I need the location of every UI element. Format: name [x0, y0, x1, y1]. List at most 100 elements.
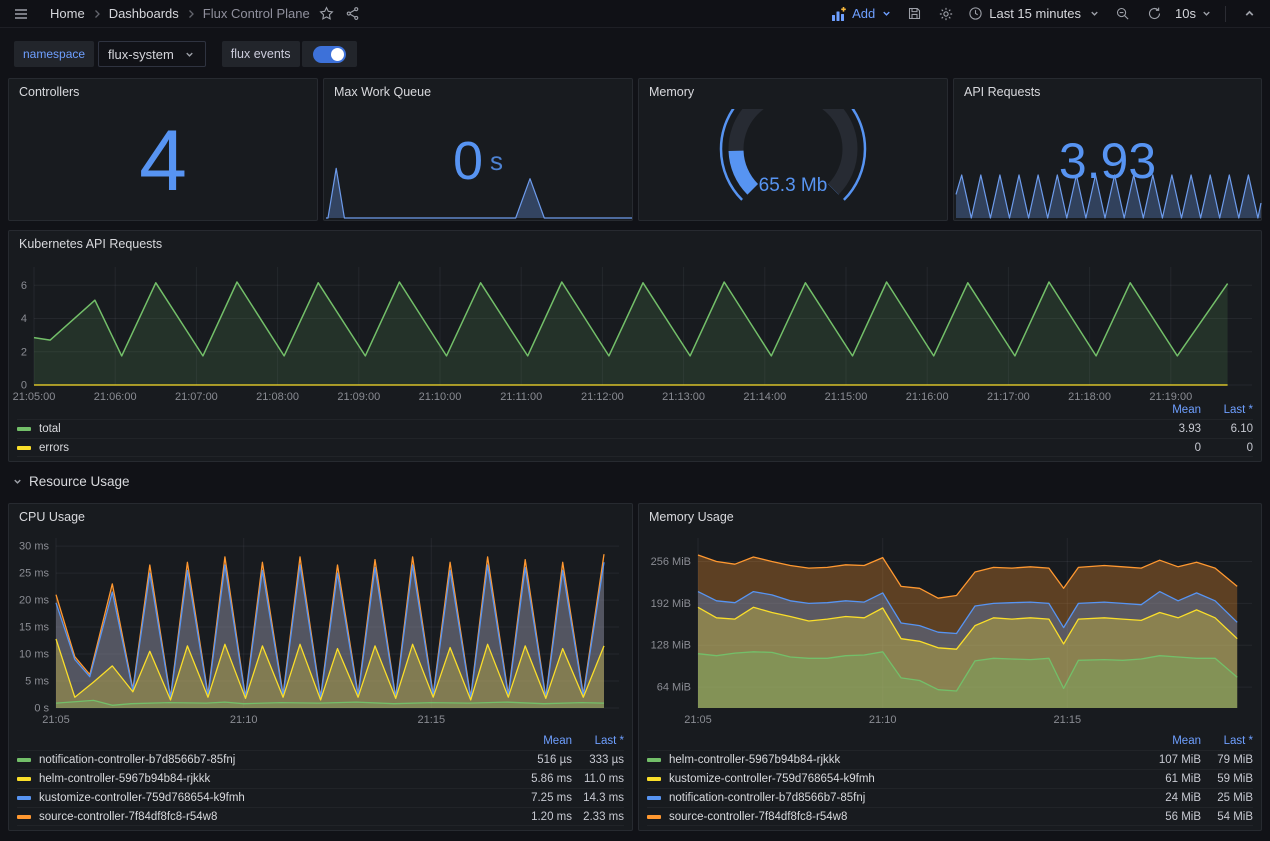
series-label[interactable]: kustomize-controller-759d768654-k9fmh [669, 773, 1121, 785]
legend-header-last[interactable]: Last * [572, 735, 624, 747]
series-mean: 516 µs [492, 754, 572, 766]
add-button[interactable]: Add [830, 3, 893, 25]
legend-header: Mean Last * [17, 732, 624, 750]
top-nav-actions: Add Last 15 minutes [830, 3, 1260, 25]
series-color-swatch [647, 796, 661, 800]
series-last: 11.0 ms [572, 773, 624, 785]
graph-bar-plus-icon [830, 3, 848, 25]
series-mean: 56 MiB [1121, 811, 1201, 823]
series-label[interactable]: helm-controller-5967b94b84-rjkkk [669, 754, 1121, 766]
series-label[interactable]: total [39, 423, 1121, 435]
svg-text:192 MiB: 192 MiB [651, 598, 691, 610]
refresh-interval-picker[interactable]: 10s [1175, 3, 1213, 25]
kubernetes-api-requests-chart[interactable]: 024621:05:0021:06:0021:07:0021:08:0021:0… [10, 257, 1260, 405]
series-mean: 5.86 ms [492, 773, 572, 785]
refresh-icon[interactable] [1143, 3, 1165, 25]
dashboard-settings-gear-icon[interactable] [935, 3, 957, 25]
chevron-right-icon [92, 9, 102, 19]
kubernetes-api-requests-panel: Kubernetes API Requests 024621:05:0021:0… [8, 230, 1262, 462]
svg-text:0: 0 [21, 380, 27, 392]
share-icon[interactable] [342, 3, 364, 25]
collapse-topnav-chevron-up-icon[interactable] [1238, 3, 1260, 25]
dashboard-variables-bar: namespace flux-system flux events [14, 41, 357, 67]
zoom-out-time-icon[interactable] [1111, 3, 1133, 25]
svg-text:21:10: 21:10 [230, 714, 258, 726]
chevron-down-icon [10, 475, 24, 489]
breadcrumb-current-dashboard: Flux Control Plane [201, 6, 312, 21]
time-range-picker[interactable]: Last 15 minutes [967, 3, 1101, 25]
series-label[interactable]: source-controller-7f84df8fc8-r54w8 [39, 811, 492, 823]
namespace-variable-label: namespace [14, 41, 94, 67]
legend-header-mean[interactable]: Mean [492, 735, 572, 747]
legend-row: source-controller-7f84df8fc8-r54w8 56 Mi… [647, 807, 1253, 826]
panel-title[interactable]: Controllers [9, 79, 317, 105]
series-label[interactable]: kustomize-controller-759d768654-k9fmh [39, 792, 492, 804]
panel-title[interactable]: Kubernetes API Requests [9, 231, 1261, 257]
panel-title[interactable]: Memory Usage [639, 504, 1261, 530]
series-last: 0 [1201, 442, 1253, 454]
panel-title[interactable]: API Requests [954, 79, 1261, 105]
breadcrumb-dashboards[interactable]: Dashboards [107, 6, 181, 21]
legend-header-last[interactable]: Last * [1201, 404, 1253, 416]
series-label[interactable]: notification-controller-b7d8566b7-85fnj [669, 792, 1121, 804]
svg-text:21:15: 21:15 [1054, 714, 1082, 726]
series-color-swatch [17, 758, 31, 762]
series-label[interactable]: errors [39, 442, 1121, 454]
namespace-variable-select[interactable]: flux-system [98, 41, 206, 67]
legend-row: kustomize-controller-759d768654-k9fmh 7.… [17, 788, 624, 807]
memory-gauge-panel: Memory 65.3 Mb [638, 78, 948, 221]
series-color-swatch [647, 777, 661, 781]
breadcrumb-home[interactable]: Home [48, 6, 87, 21]
legend-header: Mean Last * [17, 401, 1253, 419]
legend-header-last[interactable]: Last * [1201, 735, 1253, 747]
series-last: 6.10 [1201, 423, 1253, 435]
series-color-swatch [17, 446, 31, 450]
svg-text:21:05: 21:05 [42, 714, 70, 726]
grafana-dashboard: Home Dashboards Flux Control Plane Add [0, 0, 1270, 841]
panel-title[interactable]: Max Work Queue [324, 79, 632, 105]
legend-row: helm-controller-5967b94b84-rjkkk 5.86 ms… [17, 769, 624, 788]
add-button-label: Add [852, 6, 875, 21]
resource-usage-row-toggle[interactable]: Resource Usage [10, 474, 130, 489]
namespace-variable-value: flux-system [108, 47, 174, 62]
controllers-stat-value: 4 [139, 118, 187, 204]
legend-header-mean[interactable]: Mean [1121, 735, 1201, 747]
star-icon[interactable] [316, 3, 338, 25]
toolbar-divider [1225, 6, 1226, 22]
api-requests-panel: API Requests 3.93 [953, 78, 1262, 221]
cpu-usage-chart[interactable]: 0 s5 ms10 ms15 ms20 ms25 ms30 ms21:0521:… [10, 530, 631, 728]
series-mean: 61 MiB [1121, 773, 1201, 785]
series-color-swatch [647, 815, 661, 819]
series-mean: 24 MiB [1121, 792, 1201, 804]
legend-row: notification-controller-b7d8566b7-85fnj … [17, 750, 624, 769]
max-work-queue-panel: Max Work Queue 0 s [323, 78, 633, 221]
series-last: 25 MiB [1201, 792, 1253, 804]
series-color-swatch [17, 427, 31, 431]
legend-row: helm-controller-5967b94b84-rjkkk 107 MiB… [647, 750, 1253, 769]
svg-text:10 ms: 10 ms [19, 649, 49, 661]
series-color-swatch [17, 796, 31, 800]
panel-title[interactable]: Memory [639, 79, 947, 105]
chevron-down-icon [879, 3, 893, 25]
flux-events-label: flux events [222, 41, 300, 67]
flux-events-toggle[interactable] [302, 41, 357, 67]
series-label[interactable]: helm-controller-5967b94b84-rjkkk [39, 773, 492, 785]
panel-title[interactable]: CPU Usage [9, 504, 632, 530]
save-dashboard-icon[interactable] [903, 3, 925, 25]
svg-text:25 ms: 25 ms [19, 568, 49, 580]
legend-header-mean[interactable]: Mean [1121, 404, 1201, 416]
svg-text:64 MiB: 64 MiB [657, 682, 691, 694]
memory-usage-chart[interactable]: 64 MiB128 MiB192 MiB256 MiB21:0521:1021:… [640, 530, 1260, 728]
series-label[interactable]: source-controller-7f84df8fc8-r54w8 [669, 811, 1121, 823]
series-label[interactable]: notification-controller-b7d8566b7-85fnj [39, 754, 492, 766]
legend-row: total 3.93 6.10 [17, 419, 1253, 438]
svg-text:256 MiB: 256 MiB [651, 556, 691, 568]
series-last: 14.3 ms [572, 792, 624, 804]
k8s-legend: Mean Last * total 3.93 6.10 errors 0 0 [17, 401, 1253, 457]
series-last: 333 µs [572, 754, 624, 766]
top-nav-bar: Home Dashboards Flux Control Plane Add [0, 0, 1270, 28]
svg-text:15 ms: 15 ms [19, 622, 49, 634]
hamburger-menu-icon[interactable] [10, 3, 32, 25]
toggle-switch [313, 46, 346, 63]
svg-text:21:05: 21:05 [684, 714, 712, 726]
